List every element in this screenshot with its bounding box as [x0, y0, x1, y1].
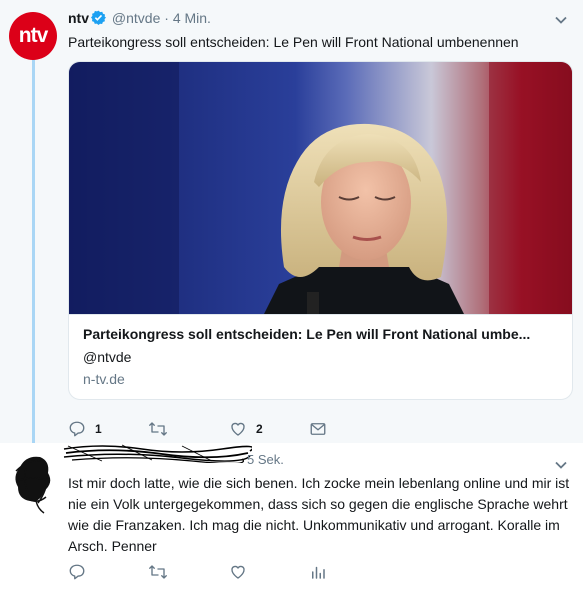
chevron-down-icon[interactable] — [553, 12, 569, 28]
redacted-avatar[interactable] — [10, 451, 60, 515]
retweet-button[interactable] — [148, 563, 168, 581]
card-domain: n-tv.de — [83, 371, 125, 387]
tweet-reply[interactable]: 5 Sek. Ist mir doch latte, wie die sich … — [0, 443, 583, 597]
like-button[interactable] — [229, 563, 247, 581]
verified-badge-icon — [91, 10, 106, 28]
like-icon — [229, 563, 247, 581]
redacted-name-scribble — [62, 443, 254, 465]
reply-button[interactable] — [68, 563, 86, 581]
separator: · — [164, 10, 169, 26]
analytics-icon — [309, 563, 327, 581]
tweet-text: Ist mir doch latte, wie die sich benen. … — [68, 475, 570, 554]
card-handle: @ntvde — [83, 349, 132, 365]
reply-button[interactable]: 1 — [68, 420, 102, 438]
like-count: 2 — [256, 422, 263, 436]
tweet-text: Parteikongress soll entscheiden: Le Pen … — [68, 34, 519, 50]
retweet-icon — [148, 420, 168, 438]
ntv-avatar[interactable]: ntv — [9, 12, 57, 60]
direct-message-button[interactable] — [309, 420, 327, 438]
timestamp[interactable]: 4 Min. — [173, 10, 211, 26]
ntv-logo: ntv — [18, 24, 48, 47]
handle[interactable]: @ntvde — [112, 10, 160, 26]
thread-line — [32, 58, 35, 446]
card-photo[interactable] — [69, 62, 572, 314]
tweet-ntv[interactable]: ntv ntv @ntvde · 4 Min. Parteikongress s… — [0, 0, 583, 446]
retweet-icon — [148, 563, 168, 581]
chevron-down-icon[interactable] — [553, 457, 569, 473]
card-title[interactable]: Parteikongress soll entscheiden: Le Pen … — [83, 326, 558, 342]
reply-icon — [68, 420, 86, 438]
retweet-button[interactable] — [148, 420, 177, 438]
link-card[interactable]: Parteikongress soll entscheiden: Le Pen … — [68, 61, 573, 400]
analytics-button[interactable] — [309, 563, 327, 581]
like-button[interactable]: 2 — [229, 420, 263, 438]
message-icon — [309, 420, 327, 438]
tweet-header: ntv @ntvde · 4 Min. — [68, 10, 211, 28]
reply-icon — [68, 563, 86, 581]
reply-count: 1 — [95, 422, 102, 436]
timestamp[interactable]: 5 Sek. — [247, 452, 284, 467]
like-icon — [229, 420, 247, 438]
card-info[interactable]: Parteikongress soll entscheiden: Le Pen … — [69, 314, 572, 399]
display-name[interactable]: ntv — [68, 10, 89, 26]
